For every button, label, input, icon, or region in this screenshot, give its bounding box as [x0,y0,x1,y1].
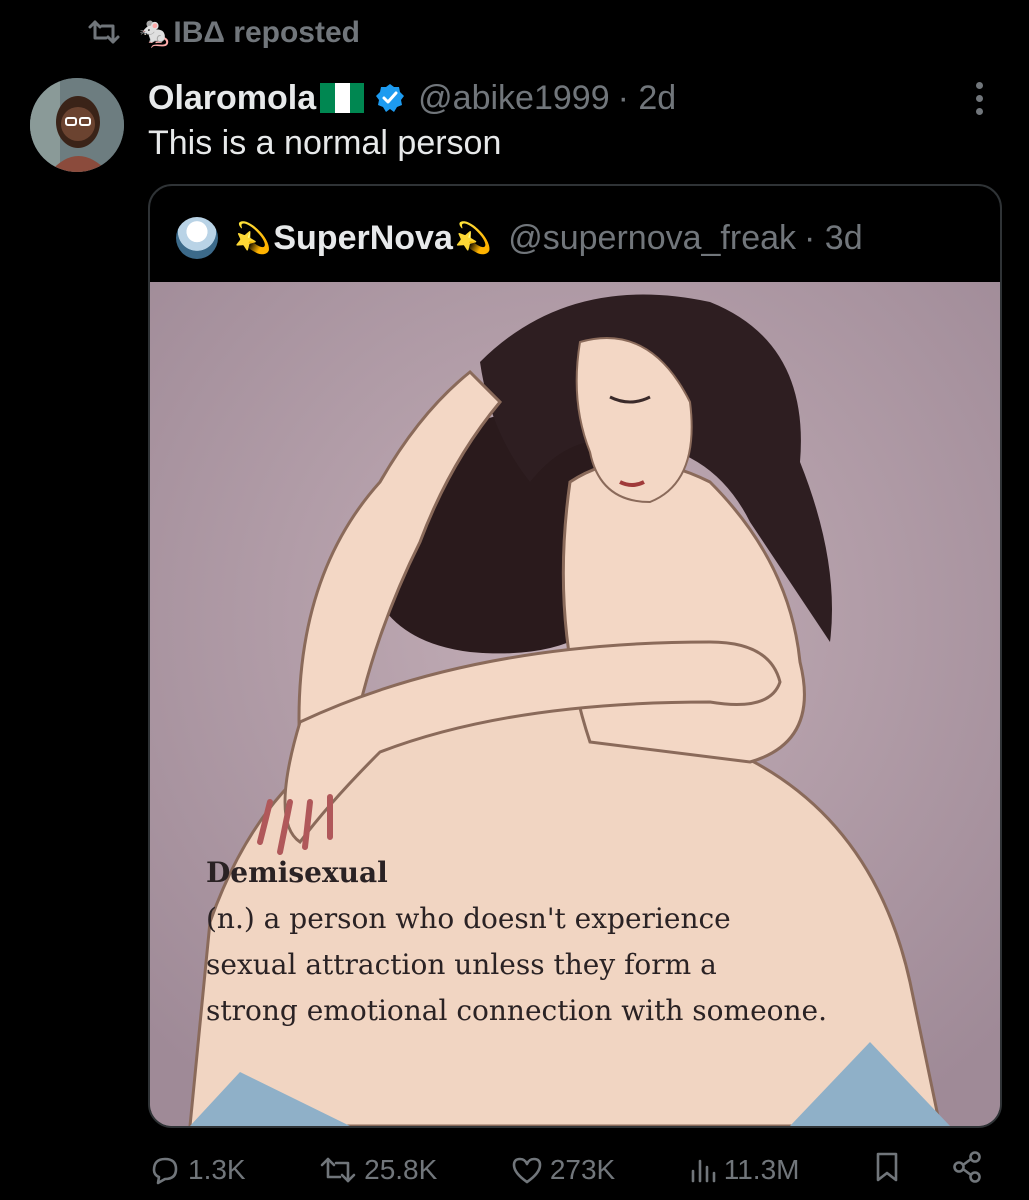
repost-context[interactable]: 🐁IBΔ reposted [86,10,360,54]
views-count: 11.3M [723,1154,800,1185]
repost-icon [86,18,122,46]
image-caption: Demisexual (n.) a person who doesn't exp… [206,850,966,1034]
caption-line: (n.) a person who doesn't experience [206,902,731,935]
quoted-author-name[interactable]: SuperNova [273,219,453,258]
post-time[interactable]: · 2d [618,79,677,118]
repost-button[interactable]: 25.8K [318,1154,437,1186]
author-avatar[interactable] [30,78,124,172]
repost-label: reposted [233,15,360,49]
author-handle[interactable]: @abike1999 [418,79,609,118]
quoted-post-image[interactable]: Demisexual (n.) a person who doesn't exp… [150,282,1000,1126]
repost-count: 25.8K [364,1154,438,1185]
like-count: 273K [549,1154,616,1185]
views-button[interactable]: 11.3M [688,1154,800,1186]
views-icon [688,1155,718,1185]
post-text: This is a normal person [148,124,502,162]
reposter-emoji: 🐁 [136,15,174,49]
reply-count: 1.3K [188,1154,246,1185]
nigeria-flag-icon [320,83,365,113]
repost-icon [318,1155,358,1185]
action-bar: 1.3K 25.8K 273K 11.3M [148,1146,984,1194]
share-icon[interactable] [950,1150,984,1191]
reposter-name[interactable]: IBΔ [173,16,225,49]
post-header: Olaromola @abike1999 · 2d [148,76,999,120]
quoted-author-avatar[interactable] [176,217,218,259]
reply-button[interactable]: 1.3K [148,1154,246,1186]
reply-icon [148,1154,182,1186]
sparkle-emoji: 💫 [234,221,272,255]
heart-icon [510,1155,544,1185]
caption-term: Demisexual [206,856,388,889]
verified-badge-icon [374,82,406,114]
bookmark-icon[interactable] [872,1150,902,1191]
quoted-author-handle: @supernova_freak [508,218,797,257]
sparkle-emoji: 💫 [454,221,493,255]
more-options-icon[interactable] [959,78,999,118]
caption-line: sexual attraction unless they form a [206,948,717,981]
author-name[interactable]: Olaromola [148,79,316,118]
quoted-post-time: · 3d [804,218,863,257]
like-button[interactable]: 273K [510,1154,615,1186]
quoted-post-header: 💫 SuperNova 💫 @supernova_freak · 3d [176,210,863,266]
quoted-post[interactable]: 💫 SuperNova 💫 @supernova_freak · 3d Demi… [148,184,1002,1128]
action-bar-right [872,1150,984,1191]
caption-line: strong emotional connection with someone… [206,994,828,1027]
